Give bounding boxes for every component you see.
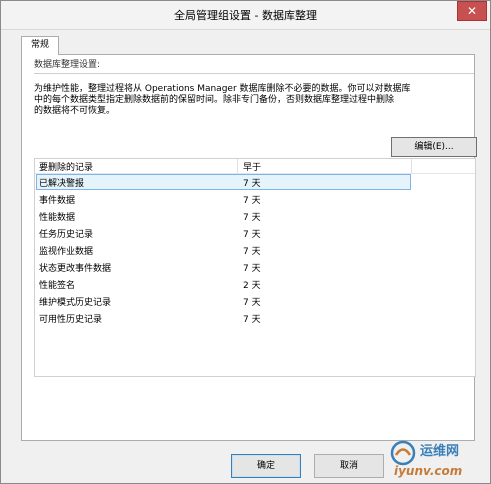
close-button[interactable]: ✕ (457, 1, 487, 21)
list-row[interactable]: 任务历史记录 7 天 (35, 225, 475, 241)
watermark-text: 运维网 (420, 444, 460, 459)
watermark-logo-icon (390, 440, 416, 466)
window-title: 全局管理组设置 - 数据库整理 (174, 9, 317, 22)
description-line: 为维护性能，整理过程将从 Operations Manager 数据库删除不必要… (34, 84, 411, 94)
row-record: 性能签名 (39, 281, 76, 291)
column-header-record[interactable]: 要删除的记录 (39, 160, 93, 173)
list-row[interactable]: 已解决警报 7 天 (35, 174, 475, 190)
section-heading: 数据库整理设置: (34, 60, 101, 70)
ok-button[interactable]: 确定 (231, 454, 301, 478)
list-row[interactable]: 状态更改事件数据 7 天 (35, 259, 475, 275)
row-record: 监视作业数据 (39, 247, 94, 257)
watermark-url: iyunv.com (394, 464, 463, 478)
row-older-than: 7 天 (243, 196, 261, 206)
column-divider[interactable] (411, 159, 412, 173)
site-watermark: 运维网 iyunv.com (386, 434, 486, 482)
list-row[interactable]: 性能签名 2 天 (35, 276, 475, 292)
title-bar[interactable]: 全局管理组设置 - 数据库整理 ✕ (1, 1, 490, 30)
tab-general[interactable]: 常规 (21, 36, 59, 55)
row-record: 已解决警报 (39, 179, 85, 189)
row-older-than: 7 天 (243, 179, 261, 189)
row-older-than: 7 天 (243, 315, 261, 325)
row-record: 可用性历史记录 (39, 315, 103, 325)
column-header-older-than[interactable]: 早于 (243, 160, 261, 173)
row-selection-highlight (36, 174, 411, 190)
close-icon: ✕ (466, 4, 478, 18)
list-row[interactable]: 事件数据 7 天 (35, 191, 475, 207)
list-row[interactable]: 监视作业数据 7 天 (35, 242, 475, 258)
grooming-description: 为维护性能，整理过程将从 Operations Manager 数据库删除不必要… (34, 84, 464, 117)
list-header: 要删除的记录 早于 (35, 159, 475, 174)
row-older-than: 2 天 (243, 281, 261, 291)
row-record: 状态更改事件数据 (39, 264, 112, 274)
row-older-than: 7 天 (243, 264, 261, 274)
list-row[interactable]: 性能数据 7 天 (35, 208, 475, 224)
cancel-button[interactable]: 取消 (314, 454, 384, 478)
row-record: 事件数据 (39, 196, 76, 206)
list-row[interactable]: 可用性历史记录 7 天 (35, 310, 475, 326)
section-divider (34, 73, 474, 74)
grooming-list[interactable]: 要删除的记录 早于 已解决警报 7 天 事件数据 7 天 性能数据 7 天 任务… (34, 158, 476, 377)
row-older-than: 7 天 (243, 298, 261, 308)
row-older-than: 7 天 (243, 213, 261, 223)
row-record: 任务历史记录 (39, 230, 94, 240)
list-row[interactable]: 维护模式历史记录 7 天 (35, 293, 475, 309)
description-line: 的数据将不可恢复。 (34, 106, 116, 116)
dialog-window: 全局管理组设置 - 数据库整理 ✕ 常规 数据库整理设置: 为维护性能，整理过程… (0, 0, 491, 484)
description-line: 中的每个数据类型指定删除数据前的保留时间。除非专门备份，否则数据库整理过程中删除 (34, 95, 395, 105)
column-divider[interactable] (237, 159, 238, 173)
edit-button[interactable]: 编辑(E)... (391, 137, 477, 157)
row-older-than: 7 天 (243, 247, 261, 257)
row-record: 维护模式历史记录 (39, 298, 112, 308)
row-older-than: 7 天 (243, 230, 261, 240)
row-record: 性能数据 (39, 213, 76, 223)
